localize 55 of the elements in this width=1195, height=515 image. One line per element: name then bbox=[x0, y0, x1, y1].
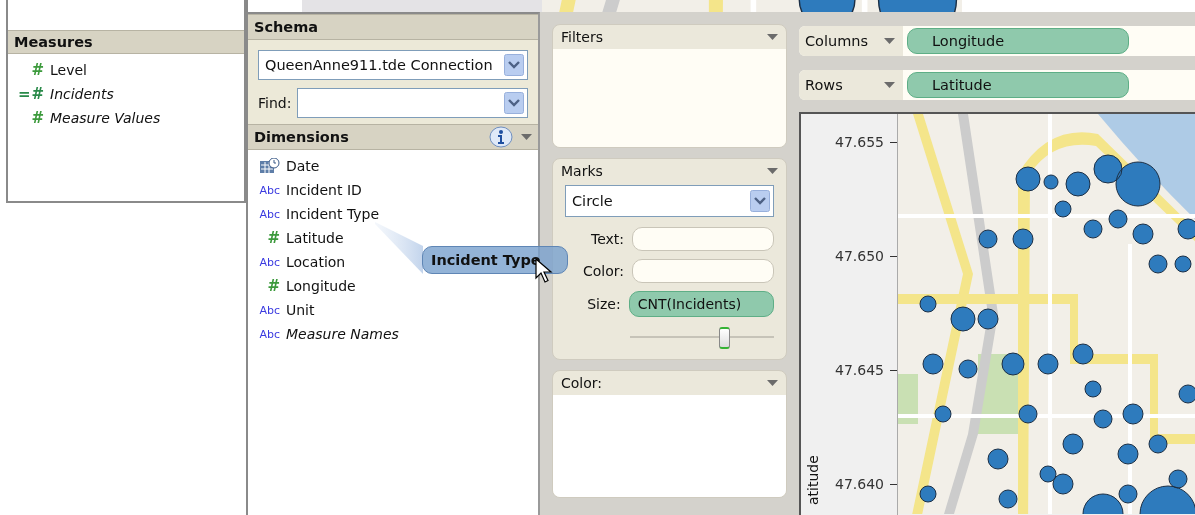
field-type-icon: # bbox=[18, 110, 44, 126]
size-slider[interactable] bbox=[630, 325, 774, 349]
caret-icon[interactable] bbox=[884, 81, 895, 89]
field-type-icon: # bbox=[18, 62, 44, 78]
calendar-clock-icon bbox=[260, 158, 280, 174]
field-label[interactable]: Longitude bbox=[286, 278, 356, 294]
info-icon[interactable] bbox=[489, 126, 513, 148]
field-pill[interactable]: Latitude bbox=[907, 72, 1129, 98]
shelf-label: Color: bbox=[581, 263, 624, 279]
field-label[interactable]: Measure Values bbox=[50, 110, 161, 126]
field-label[interactable]: Latitude bbox=[286, 230, 344, 246]
shelf-label: Text: bbox=[589, 231, 624, 247]
tick-label: 47.640 bbox=[835, 476, 884, 492]
caret-icon[interactable] bbox=[767, 167, 778, 175]
caret-icon[interactable] bbox=[767, 33, 778, 41]
find-label: Find: bbox=[258, 95, 292, 111]
tick-label: 47.650 bbox=[835, 248, 884, 264]
field-label[interactable]: Measure Names bbox=[286, 326, 399, 342]
field-pill[interactable]: Longitude bbox=[907, 28, 1129, 54]
field-label[interactable]: Incident ID bbox=[286, 182, 362, 198]
card-title: Marks bbox=[561, 163, 603, 179]
find-field[interactable] bbox=[297, 88, 528, 118]
field-label[interactable]: Level bbox=[50, 62, 87, 78]
connection-dropdown[interactable]: QueenAnne911.tde Connection bbox=[258, 50, 528, 80]
panel-title: Schema bbox=[254, 19, 320, 35]
slider-thumb[interactable] bbox=[718, 327, 730, 349]
field-type-icon: # bbox=[254, 230, 280, 246]
field-label[interactable]: Unit bbox=[286, 302, 315, 318]
drag-pill[interactable]: Incident Type bbox=[422, 246, 568, 274]
field-type-icon: Abc bbox=[254, 328, 280, 340]
field-type-icon: =# bbox=[18, 86, 44, 102]
field-label[interactable]: Incidents bbox=[50, 86, 114, 102]
tick-label: 47.645 bbox=[835, 362, 884, 378]
field-label[interactable]: Location bbox=[286, 254, 346, 270]
field-label[interactable]: Date bbox=[286, 158, 320, 174]
panel-title: Dimensions bbox=[254, 129, 350, 145]
field-type-icon: # bbox=[254, 278, 280, 294]
caret-icon[interactable] bbox=[767, 379, 778, 387]
panel-title: Measures bbox=[14, 34, 94, 50]
axis-title: atitude bbox=[805, 455, 821, 505]
field-type-icon: Abc bbox=[254, 256, 280, 268]
card-title: Filters bbox=[561, 29, 603, 45]
caret-icon[interactable] bbox=[884, 37, 895, 45]
mark-type-dropdown[interactable]: Circle bbox=[565, 185, 774, 217]
field-type-icon: Abc bbox=[254, 184, 280, 196]
caret-icon[interactable] bbox=[521, 133, 532, 141]
shelf-label: Rows bbox=[805, 77, 843, 93]
shelf-label: Size: bbox=[586, 296, 621, 312]
field-type-icon: Abc bbox=[254, 208, 280, 220]
field-type-icon: Abc bbox=[254, 304, 280, 316]
tick-label: 47.655 bbox=[835, 134, 884, 150]
field-label[interactable]: Incident Type bbox=[286, 206, 380, 222]
shelf-label: Columns bbox=[805, 33, 869, 49]
field-pill[interactable]: CNT(Incidents) bbox=[628, 291, 774, 317]
card-title: Color: bbox=[561, 375, 603, 391]
